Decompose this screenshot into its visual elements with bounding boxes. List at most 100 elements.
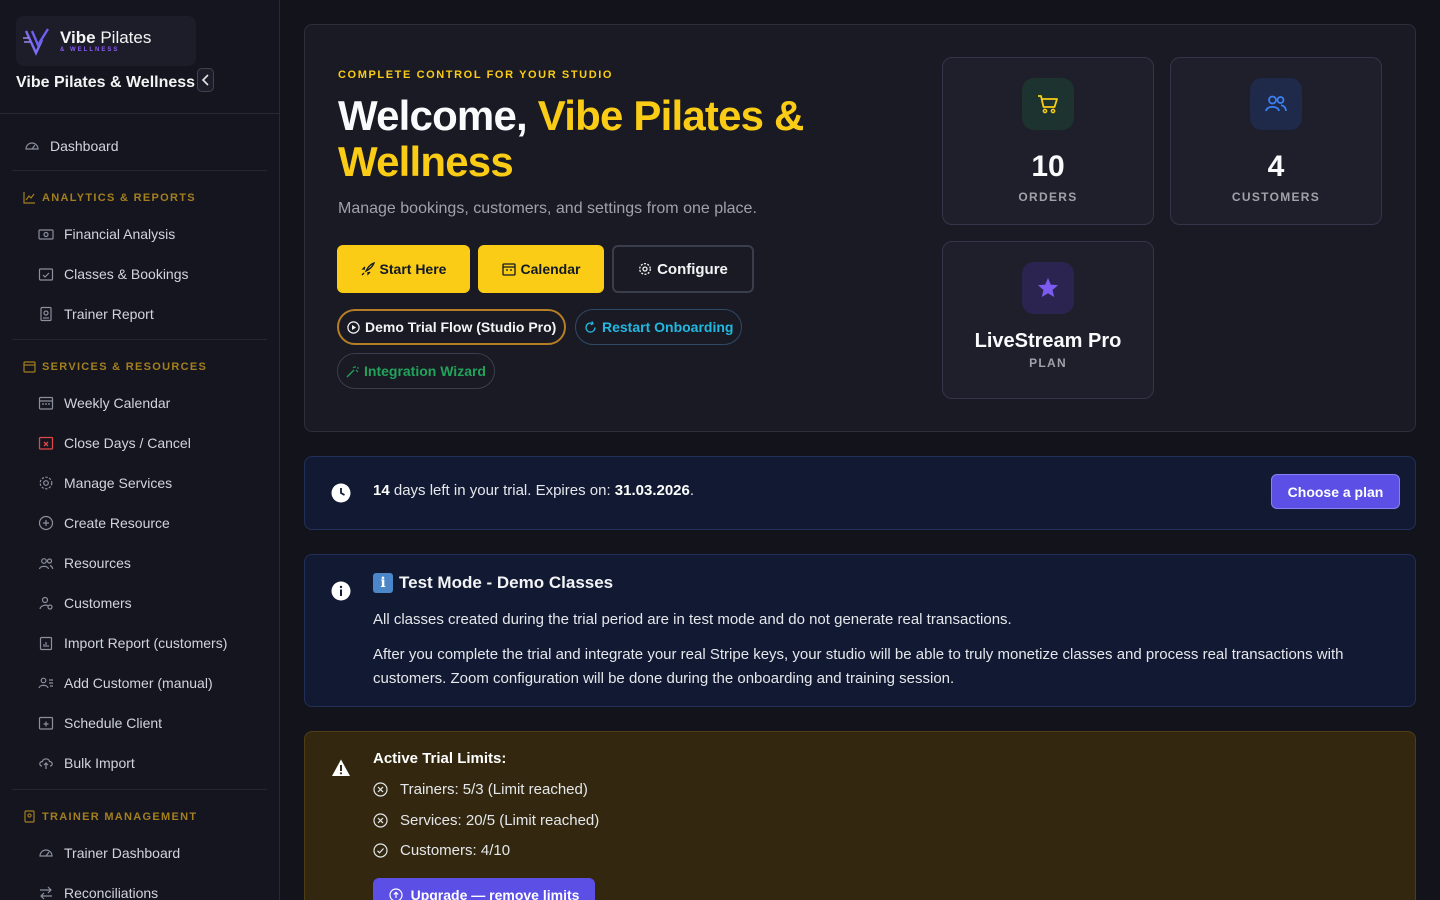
- sidebar-separator: [12, 170, 267, 171]
- play-circle-icon: [347, 320, 360, 334]
- upgrade-button[interactable]: Upgrade — remove limits: [373, 878, 595, 900]
- customers-stat-card[interactable]: 4 CUSTOMERS: [1170, 57, 1382, 225]
- demo-trial-flow-button[interactable]: Demo Trial Flow (Studio Pro): [337, 309, 567, 345]
- info-icon: [331, 581, 351, 601]
- gear-icon: [639, 263, 652, 275]
- restart-onboarding-button[interactable]: Restart Onboarding: [575, 309, 743, 345]
- trial-limits-notice: Active Trial Limits: Trainers: 5/3 (Limi…: [304, 731, 1416, 900]
- sidebar-item-create-resource[interactable]: Create Resource: [38, 511, 170, 535]
- star-icon: [1038, 278, 1058, 297]
- test-mode-notice: i Test Mode - Demo Classes All classes c…: [304, 554, 1416, 707]
- integration-wizard-label: Integration Wizard: [364, 363, 486, 379]
- user-list-icon: [38, 677, 53, 689]
- hero-eyebrow: COMPLETE CONTROL FOR YOUR STUDIO: [338, 69, 614, 81]
- gauge-icon: [25, 142, 39, 150]
- customers-icon-wrap: [1250, 78, 1302, 130]
- start-here-label: Start Here: [379, 261, 447, 277]
- limits-title: Active Trial Limits:: [373, 750, 507, 767]
- plan-label: PLAN: [1029, 356, 1067, 370]
- refresh-icon: [585, 320, 596, 333]
- rocket-icon: [360, 262, 375, 276]
- sidebar-item-manage-services[interactable]: Manage Services: [38, 471, 172, 495]
- start-here-button[interactable]: Start Here: [337, 245, 470, 293]
- brand-name-bold: Vibe: [60, 28, 96, 47]
- upgrade-label: Upgrade — remove limits: [410, 887, 580, 900]
- sidebar-item-label: Import Report (customers): [64, 635, 228, 651]
- brand-name-rest: Pilates: [100, 28, 152, 47]
- sidebar-item-weekly-calendar[interactable]: Weekly Calendar: [38, 391, 170, 415]
- sidebar-item-label: Customers: [64, 595, 132, 611]
- section-title-text: ANALYTICS & REPORTS: [42, 191, 196, 204]
- logo-v-icon: [23, 28, 50, 56]
- brand-logo[interactable]: Vibe Pilates & WELLNESS: [16, 16, 196, 66]
- sidebar-item-label: Dashboard: [50, 138, 119, 154]
- calendar-label: Calendar: [520, 261, 581, 277]
- sidebar-item-financial-analysis[interactable]: Financial Analysis: [38, 222, 175, 246]
- sidebar-separator: [12, 339, 267, 340]
- gear-icon: [39, 476, 53, 490]
- sidebar-item-label: Trainer Dashboard: [64, 845, 181, 861]
- sidebar: Vibe Pilates & WELLNESS Vibe Pilates & W…: [0, 0, 280, 900]
- brand-subtitle: & WELLNESS: [60, 47, 120, 53]
- sidebar-item-label: Bulk Import: [64, 755, 135, 771]
- sidebar-item-trainer-dashboard[interactable]: Trainer Dashboard: [38, 841, 180, 865]
- welcome-card: COMPLETE CONTROL FOR YOUR STUDIO Welcome…: [304, 24, 1416, 432]
- calendar-plus-icon: [38, 716, 54, 730]
- sidebar-item-label: Create Resource: [64, 515, 170, 531]
- orders-stat-card[interactable]: 10 ORDERS: [942, 57, 1154, 225]
- choose-plan-button[interactable]: Choose a plan: [1271, 474, 1400, 509]
- sidebar-item-label: Reconciliations: [64, 885, 159, 900]
- sidebar-item-schedule-client[interactable]: Schedule Client: [38, 711, 162, 735]
- integration-wizard-button[interactable]: Integration Wizard: [337, 353, 495, 389]
- trial-days: 14: [373, 482, 390, 499]
- sidebar-item-customers[interactable]: Customers: [38, 591, 132, 615]
- calendar-x-icon: [38, 436, 54, 450]
- calendar-week-icon: [38, 396, 54, 410]
- sidebar-item-trainer-report[interactable]: Trainer Report: [38, 302, 154, 326]
- sidebar-item-add-customer[interactable]: Add Customer (manual): [38, 671, 213, 695]
- calendar-icon: [23, 361, 36, 373]
- sidebar-item-dashboard[interactable]: Dashboard: [24, 134, 119, 158]
- sidebar-item-close-days[interactable]: Close Days / Cancel: [38, 431, 191, 455]
- limit-row-text: Services: 20/5 (Limit reached): [400, 812, 600, 829]
- plan-icon-wrap: [1022, 262, 1074, 314]
- limit-row-text: Customers: 4/10: [400, 842, 511, 859]
- sidebar-item-resources[interactable]: Resources: [38, 551, 131, 575]
- arrow-up-circle-icon: [388, 888, 403, 900]
- orders-label: ORDERS: [1018, 190, 1078, 204]
- trial-text-end: .: [689, 482, 695, 499]
- section-analytics-reports: ANALYTICS & REPORTS: [23, 191, 196, 204]
- section-trainer-management: TRAINER MANAGEMENT: [23, 810, 197, 823]
- plan-stat-card[interactable]: LiveStream Pro PLAN: [942, 241, 1154, 399]
- section-title-text: SERVICES & RESOURCES: [42, 360, 208, 373]
- sidebar-item-reconciliations[interactable]: Reconciliations: [38, 881, 158, 900]
- magic-wand-icon: [346, 365, 359, 377]
- test-mode-paragraph-2: After you complete the trial and integra…: [373, 646, 1344, 687]
- sidebar-item-label: Classes & Bookings: [64, 266, 189, 282]
- sidebar-item-label: Trainer Report: [64, 306, 154, 322]
- sidebar-item-bulk-import[interactable]: Bulk Import: [38, 751, 135, 775]
- test-mode-title: i Test Mode - Demo Classes: [373, 573, 613, 593]
- clock-icon: [331, 483, 351, 503]
- configure-button[interactable]: Configure: [612, 245, 754, 293]
- customers-label: CUSTOMERS: [1231, 190, 1321, 204]
- hero-subtitle: Manage bookings, customers, and settings…: [338, 200, 757, 217]
- trial-text-mid: days left in your trial. Expires on:: [389, 482, 615, 499]
- sidebar-item-label: Financial Analysis: [64, 226, 176, 242]
- calendar-button[interactable]: Calendar: [478, 245, 604, 293]
- orders-icon-wrap: [1022, 78, 1074, 130]
- sidebar-item-label: Schedule Client: [64, 715, 163, 731]
- sidebar-item-classes-bookings[interactable]: Classes & Bookings: [38, 262, 189, 286]
- plan-value: LiveStream Pro: [974, 330, 1122, 352]
- page-title: Welcome, Vibe Pilates & Wellness: [338, 93, 898, 185]
- restart-onboarding-label: Restart Onboarding: [602, 319, 734, 335]
- sidebar-item-label: Add Customer (manual): [64, 675, 213, 691]
- plus-circle-icon: [38, 515, 54, 531]
- trial-banner: 14 days left in your trial. Expires on: …: [304, 456, 1416, 530]
- collapse-sidebar-button[interactable]: [197, 68, 214, 92]
- sidebar-item-import-report[interactable]: Import Report (customers): [38, 631, 227, 655]
- check-circle-icon: [373, 843, 388, 858]
- sidebar-item-label: Manage Services: [64, 475, 173, 491]
- sidebar-separator: [12, 789, 267, 790]
- test-mode-paragraph-1: All classes created during the trial per…: [373, 611, 1012, 628]
